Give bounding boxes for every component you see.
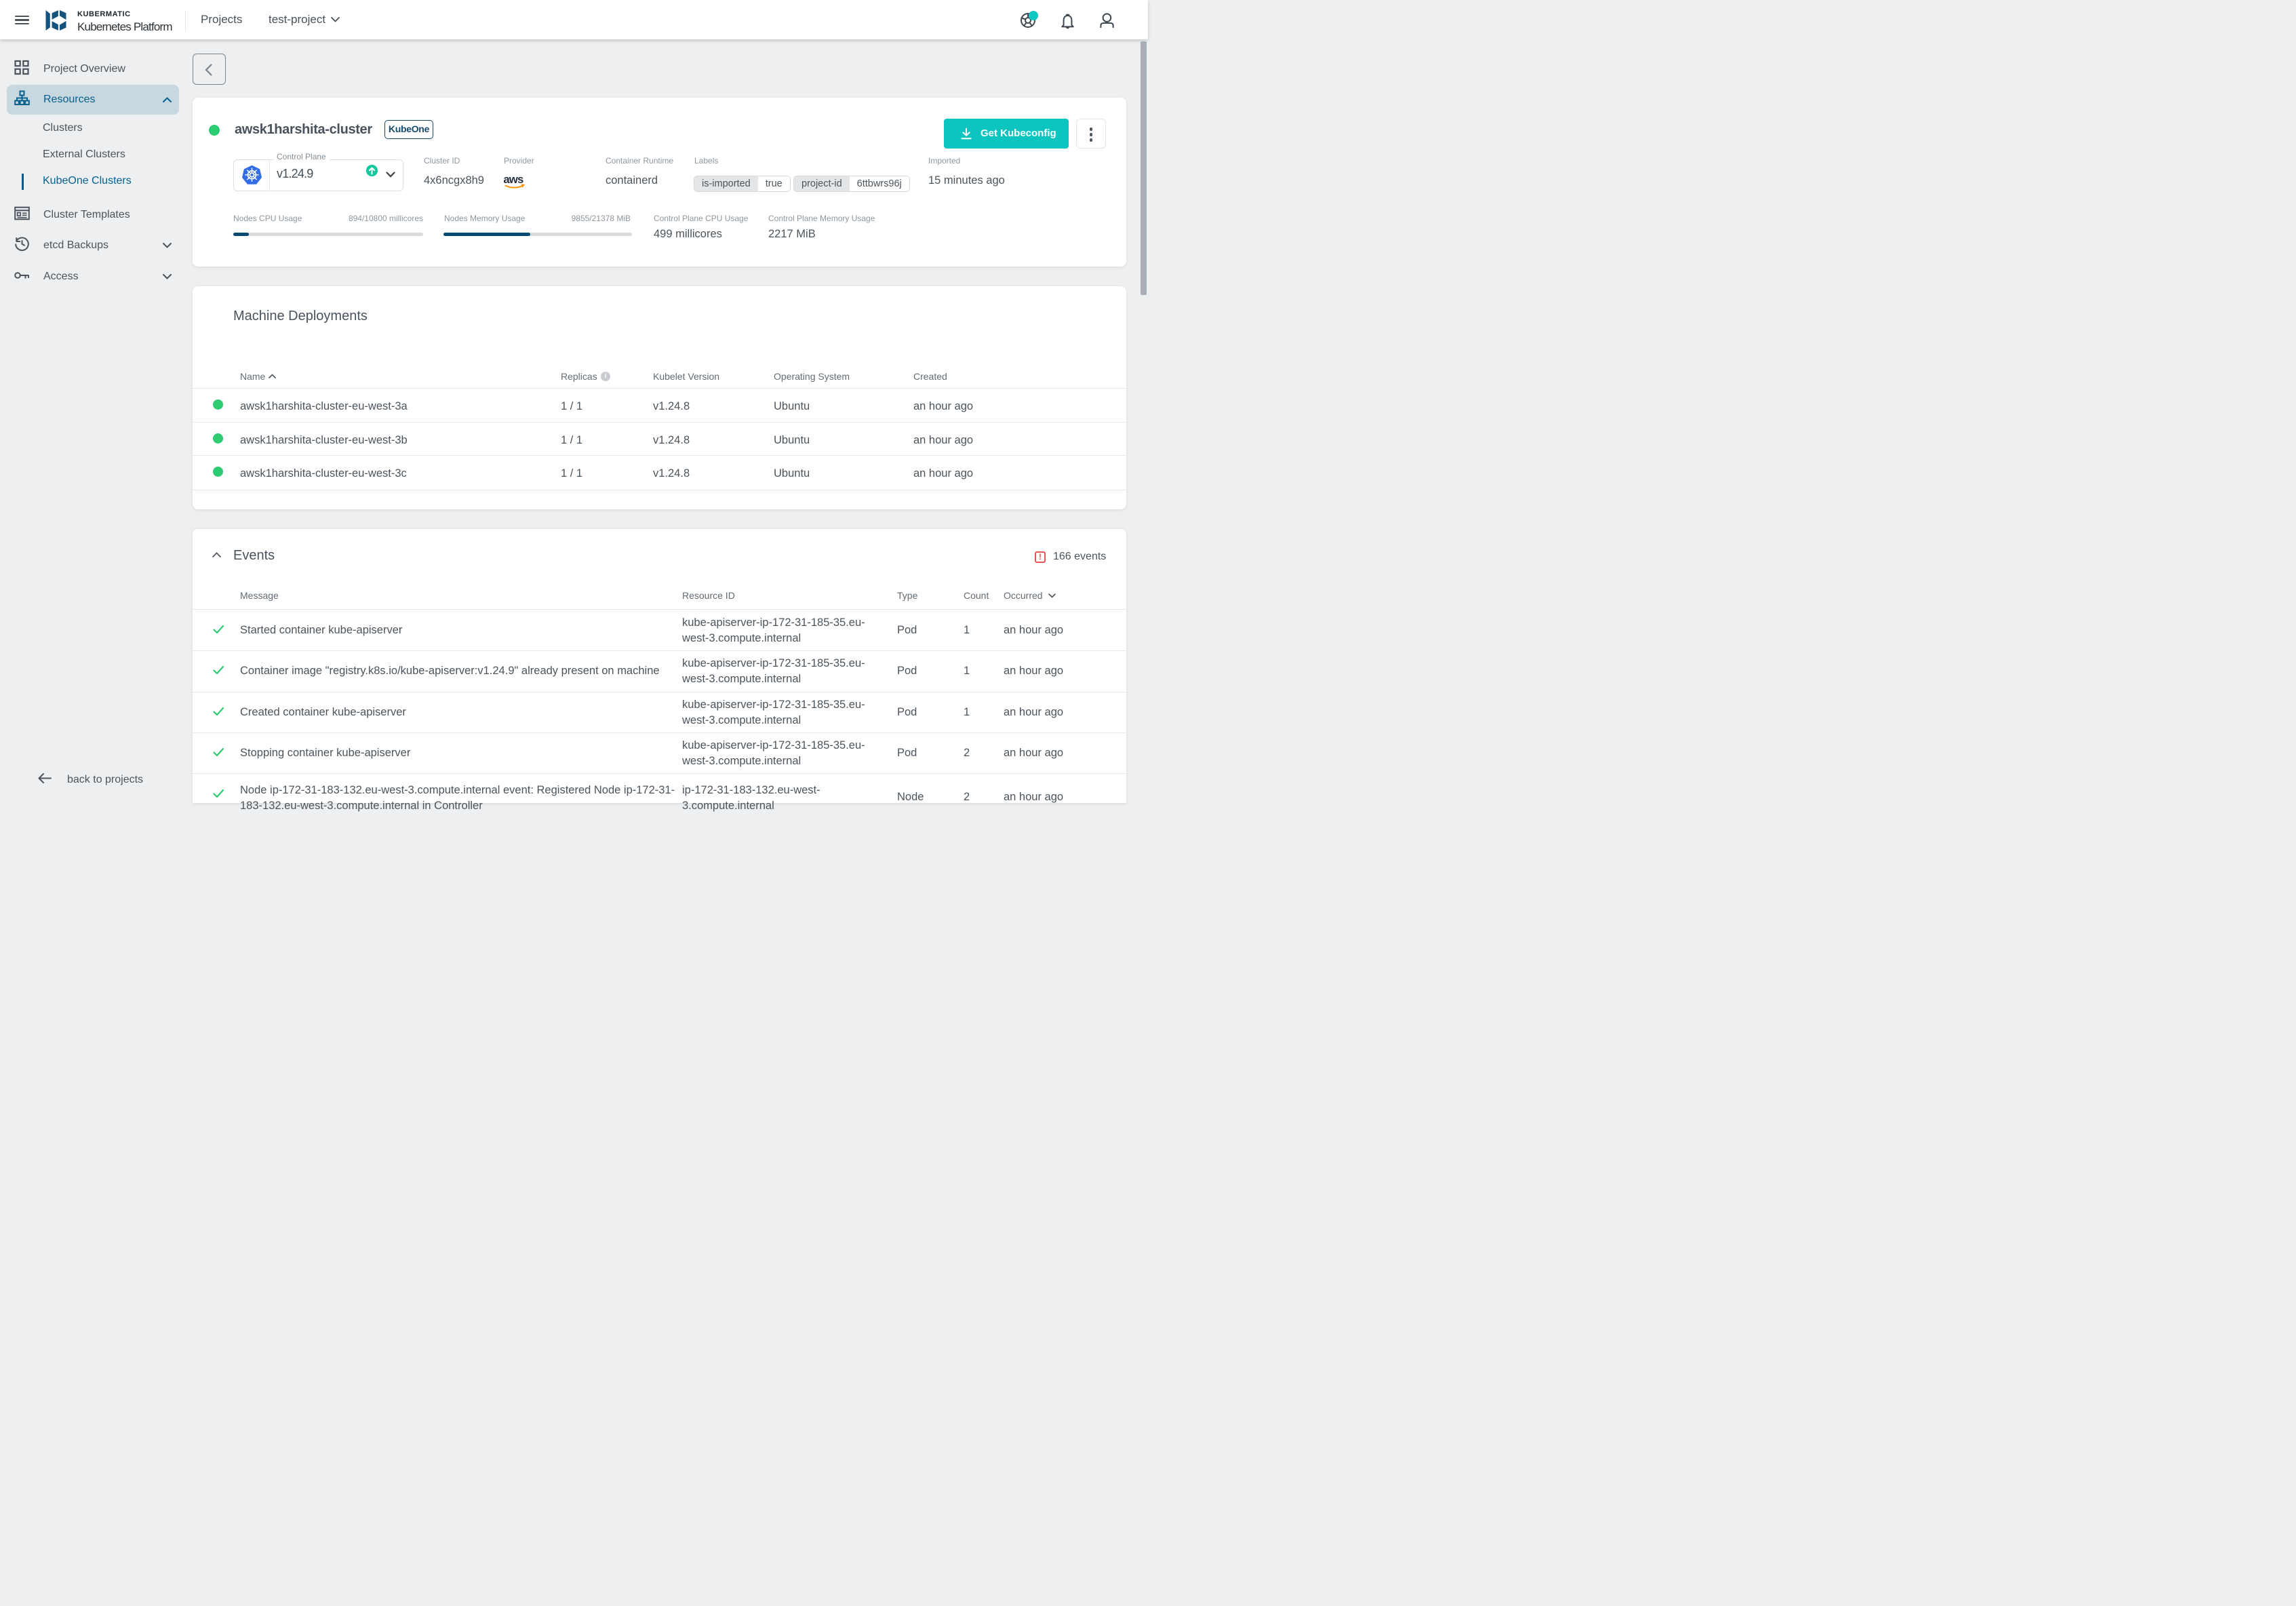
svg-text:aws: aws	[504, 174, 523, 186]
